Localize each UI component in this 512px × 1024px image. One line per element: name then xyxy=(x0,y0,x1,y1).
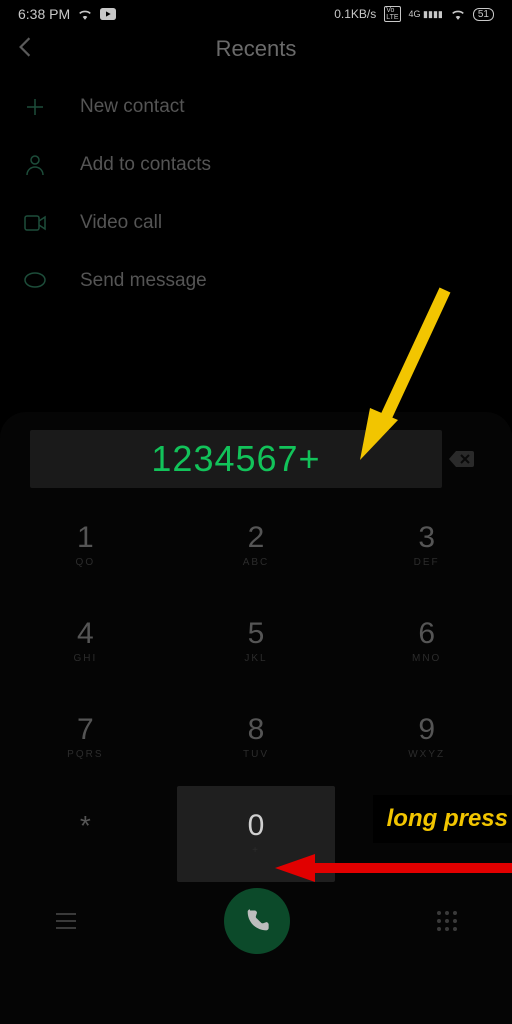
dialed-number: 1234567+ xyxy=(151,438,320,479)
action-list: New contact Add to contacts Video call S… xyxy=(0,80,512,316)
wifi-icon-2 xyxy=(451,8,465,20)
person-icon xyxy=(20,154,50,176)
action-label: Video call xyxy=(80,212,162,234)
video-icon xyxy=(20,215,50,231)
net-speed: 0.1KB/s xyxy=(334,7,376,21)
menu-icon[interactable] xyxy=(54,912,78,930)
key-4[interactable]: 4GHI xyxy=(0,594,171,690)
youtube-icon xyxy=(100,8,116,20)
header: Recents xyxy=(0,22,512,80)
backspace-icon[interactable] xyxy=(442,449,482,469)
status-bar: 6:38 PM 0.1KB/s VoLTE 4G ▮▮▮▮ 51 xyxy=(0,0,512,22)
add-to-contacts-item[interactable]: Add to contacts xyxy=(20,142,512,200)
action-label: New contact xyxy=(80,96,185,118)
key-8[interactable]: 8TUV xyxy=(171,690,342,786)
call-button[interactable] xyxy=(224,888,290,954)
plus-icon xyxy=(20,97,50,117)
key-6[interactable]: 6MNO xyxy=(341,594,512,690)
key-1[interactable]: 1QO xyxy=(0,498,171,594)
page-title: Recents xyxy=(216,36,297,62)
video-call-item[interactable]: Video call xyxy=(20,200,512,258)
long-press-annotation: long press xyxy=(373,795,512,843)
send-message-item[interactable]: Send message xyxy=(20,258,512,316)
action-label: Add to contacts xyxy=(80,154,211,176)
volte-icon: VoLTE xyxy=(384,6,400,22)
new-contact-item[interactable]: New contact xyxy=(20,84,512,142)
key-5[interactable]: 5JKL xyxy=(171,594,342,690)
wifi-icon xyxy=(78,8,92,20)
message-icon xyxy=(20,272,50,290)
key-3[interactable]: 3DEF xyxy=(341,498,512,594)
signal-icon: 4G ▮▮▮▮ xyxy=(409,9,443,20)
action-label: Send message xyxy=(80,270,207,292)
dialer-panel: 1234567+ 1QO 2ABC 3DEF 4GHI 5JKL 6MNO 7P… xyxy=(0,412,512,1024)
status-time: 6:38 PM xyxy=(18,6,70,22)
number-display[interactable]: 1234567+ xyxy=(30,430,442,488)
back-icon[interactable] xyxy=(18,36,32,58)
battery-icon: 51 xyxy=(473,8,494,21)
key-9[interactable]: 9WXYZ xyxy=(341,690,512,786)
key-7[interactable]: 7PQRS xyxy=(0,690,171,786)
key-2[interactable]: 2ABC xyxy=(171,498,342,594)
key-star[interactable]: * xyxy=(0,786,171,882)
key-0[interactable]: 0+ xyxy=(177,786,336,882)
dialpad-icon[interactable] xyxy=(436,910,458,932)
